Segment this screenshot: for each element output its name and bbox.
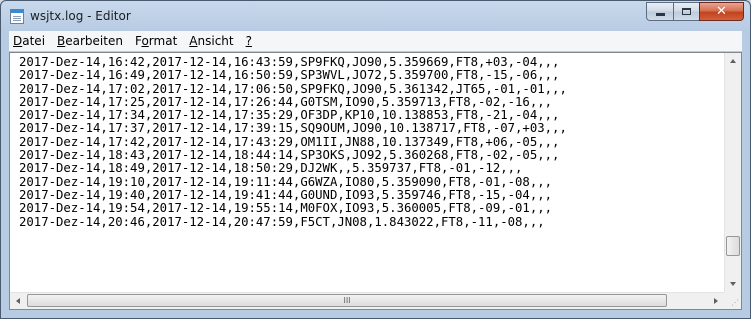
text-line: 2017-Dez-14,18:43,2017-12-14,18:44:14,SP… bbox=[19, 148, 560, 163]
horizontal-scrollbar[interactable]: III bbox=[10, 292, 724, 309]
notepad-icon[interactable] bbox=[10, 9, 24, 24]
menu-datei[interactable]: Datei bbox=[9, 34, 51, 48]
scroll-grip-icon: III bbox=[343, 295, 351, 305]
vertical-scrollbar[interactable] bbox=[724, 53, 741, 292]
maximize-button[interactable] bbox=[673, 2, 699, 21]
title-bar[interactable]: wsjtx.log - Editor ✕ bbox=[1, 1, 750, 31]
text-content[interactable]: 2017-Dez-14,16:42,2017-12-14,16:43:59,SP… bbox=[10, 53, 724, 292]
text-line: 2017-Dez-14,16:49,2017-12-14,16:50:59,SP… bbox=[19, 68, 560, 83]
text-line: 2017-Dez-14,18:49,2017-12-14,18:50:29,DJ… bbox=[19, 161, 523, 176]
text-line: 2017-Dez-14,17:34,2017-12-14,17:35:29,OF… bbox=[19, 108, 560, 123]
menu-bar: Datei Bearbeiten Format Ansicht ? bbox=[9, 31, 742, 51]
editor-window: wsjtx.log - Editor ✕ Datei Bearbeiten Fo… bbox=[0, 0, 751, 319]
menu-help[interactable]: ? bbox=[240, 34, 258, 48]
menu-format[interactable]: Format bbox=[129, 34, 183, 48]
menu-bearbeiten[interactable]: Bearbeiten bbox=[51, 34, 129, 48]
maximize-icon bbox=[682, 8, 691, 15]
text-line: 2017-Dez-14,20:46,2017-12-14,20:47:59,F5… bbox=[19, 214, 545, 229]
text-line: 2017-Dez-14,17:37,2017-12-14,17:39:15,SQ… bbox=[19, 121, 567, 136]
caption-buttons: ✕ bbox=[646, 2, 744, 21]
close-icon: ✕ bbox=[716, 4, 727, 19]
text-line: 2017-Dez-14,19:40,2017-12-14,19:41:44,G0… bbox=[19, 187, 553, 202]
text-line: 2017-Dez-14,17:42,2017-12-14,17:43:29,OM… bbox=[19, 134, 560, 149]
vertical-scroll-thumb[interactable] bbox=[726, 236, 740, 256]
minimize-icon bbox=[655, 13, 665, 16]
text-line: 2017-Dez-14,16:42,2017-12-14,16:43:59,SP… bbox=[19, 55, 560, 69]
window-title: wsjtx.log - Editor bbox=[30, 9, 131, 23]
minimize-button[interactable] bbox=[646, 2, 673, 21]
menu-ansicht[interactable]: Ansicht bbox=[183, 34, 239, 48]
text-line: 2017-Dez-14,19:54,2017-12-14,19:55:14,M0… bbox=[19, 201, 553, 216]
close-button[interactable]: ✕ bbox=[699, 2, 744, 21]
scroll-left-icon[interactable] bbox=[16, 298, 20, 304]
text-line: 2017-Dez-14,17:25,2017-12-14,17:26:44,G0… bbox=[19, 94, 553, 109]
scroll-corner: ⋰ bbox=[724, 292, 741, 309]
editor-area: 2017-Dez-14,16:42,2017-12-14,16:43:59,SP… bbox=[9, 52, 742, 310]
resize-grip-icon[interactable]: ⋰ bbox=[731, 299, 739, 307]
text-line: 2017-Dez-14,19:10,2017-12-14,19:11:44,G6… bbox=[19, 174, 553, 189]
horizontal-scroll-thumb[interactable]: III bbox=[27, 294, 667, 307]
scroll-up-icon[interactable] bbox=[730, 59, 736, 63]
text-line: 2017-Dez-14,17:02,2017-12-14,17:06:50,SP… bbox=[19, 81, 567, 96]
scroll-down-icon[interactable] bbox=[730, 282, 736, 286]
scroll-right-icon[interactable] bbox=[714, 298, 718, 304]
